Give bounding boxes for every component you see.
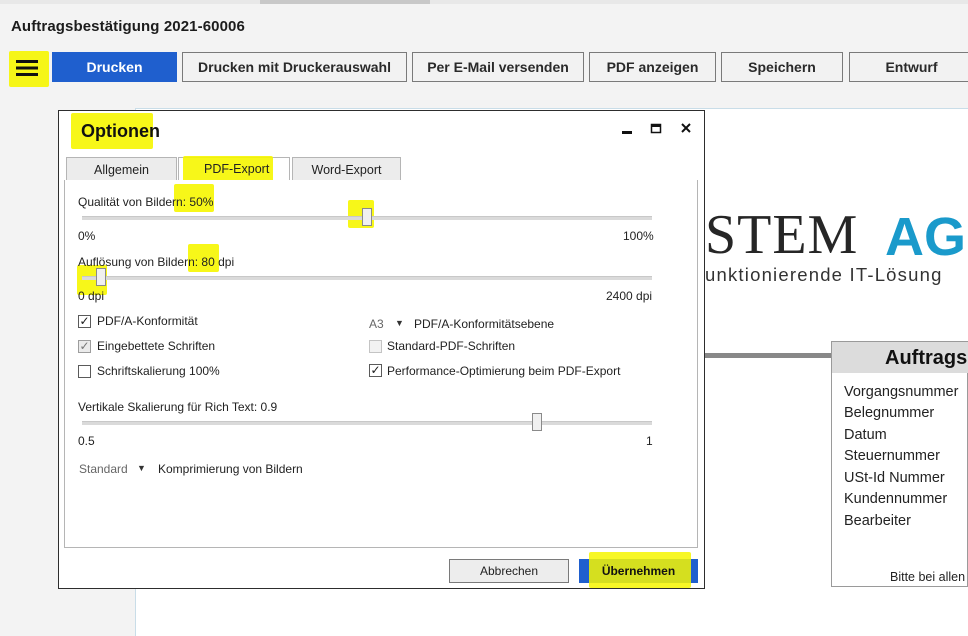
cancel-button[interactable]: Abbrechen (449, 559, 569, 583)
print-button[interactable]: Drucken (52, 52, 177, 82)
order-info-row: Kundennummer (844, 491, 948, 507)
print-with-printer-selection-button[interactable]: Drucken mit Druckerauswahl (182, 52, 407, 82)
font-scaling-checkbox[interactable] (78, 365, 91, 378)
dialog-title: Optionen (81, 121, 160, 141)
quality-label: Qualität von Bildern: 50% (78, 195, 214, 209)
rich-text-scale-label: Vertikale Skalierung für Rich Text: 0.9 (78, 400, 278, 414)
rich-text-scale-slider-track[interactable] (82, 421, 652, 425)
order-info-footer: Bitte bei allen (890, 570, 966, 584)
company-slogan: unktionierende IT-Lösung (705, 264, 943, 285)
order-info-box (831, 341, 968, 587)
order-info-row: Vorgangsnummer (844, 384, 959, 400)
close-icon (680, 123, 692, 140)
embedded-fonts-checkbox[interactable]: ✓ (78, 340, 91, 353)
minimize-icon (621, 123, 633, 140)
resolution-max-label: 2400 dpi (606, 289, 653, 303)
window-title: Auftragsbestätigung 2021-60006 (11, 18, 245, 35)
order-info-row: Steuernummer (844, 448, 940, 464)
minimize-button[interactable] (621, 120, 633, 140)
menu-button[interactable] (14, 57, 40, 79)
order-info-row: Datum (844, 427, 887, 443)
rich-text-scale-max-label: 1 (646, 434, 653, 448)
window-tab-indicator (260, 0, 430, 4)
send-email-button[interactable]: Per E-Mail versenden (412, 52, 584, 82)
standard-pdf-fonts-label: Standard-PDF-Schriften (387, 339, 516, 353)
embedded-fonts-label: Eingebettete Schriften (97, 339, 216, 353)
pdfa-conformity-label: PDF/A-Konformität (97, 314, 198, 328)
show-pdf-button[interactable]: PDF anzeigen (589, 52, 716, 82)
company-logo-text: STEM (705, 204, 859, 266)
maximize-icon (650, 123, 662, 140)
performance-optimization-label: Performance-Optimierung beim PDF-Export (387, 364, 621, 378)
rich-text-scale-min-label: 0.5 (78, 434, 95, 448)
tab-word-export[interactable]: Word-Export (292, 157, 401, 181)
quality-slider-thumb[interactable] (362, 208, 372, 226)
font-scaling-label: Schriftskalierung 100% (97, 364, 220, 378)
compression-combobox[interactable]: Standard (79, 462, 128, 476)
resolution-label: Auflösung von Bildern: 80 dpi (78, 255, 235, 269)
performance-optimization-checkbox[interactable]: ✓ (369, 364, 382, 377)
quality-max-label: 100% (623, 229, 654, 243)
compression-label: Komprimierung von Bildern (158, 462, 303, 476)
save-button[interactable]: Speichern (721, 52, 843, 82)
standard-pdf-fonts-checkbox[interactable] (369, 340, 382, 353)
order-info-row: Bearbeiter (844, 513, 911, 529)
apply-button-label: Übernehmen (601, 564, 676, 578)
pdfa-level-combobox[interactable]: A3 (369, 317, 384, 331)
order-info-title: Auftrags (885, 347, 968, 369)
window-top-strip (0, 0, 968, 4)
resolution-min-label: 0 dpi (78, 289, 105, 303)
rich-text-scale-slider-thumb[interactable] (532, 413, 542, 431)
chevron-down-icon[interactable]: ▼ (395, 318, 404, 328)
draft-button[interactable]: Entwurf (849, 52, 968, 82)
resolution-slider-thumb[interactable] (96, 268, 106, 286)
quality-min-label: 0% (78, 229, 96, 243)
order-info-row: Belegnummer (844, 405, 935, 421)
tab-pdf-export-label: PDF-Export (204, 162, 270, 176)
pdfa-conformity-checkbox[interactable]: ✓ (78, 315, 91, 328)
company-logo-accent: AG (885, 207, 966, 267)
hamburger-menu-icon (14, 57, 40, 84)
document-divider (705, 353, 831, 358)
close-button[interactable] (680, 120, 692, 140)
order-info-row: USt-Id Nummer (844, 470, 945, 486)
chevron-down-icon[interactable]: ▼ (137, 463, 146, 473)
pdfa-level-label: PDF/A-Konformitätsebene (414, 317, 555, 331)
maximize-button[interactable] (650, 120, 662, 140)
resolution-slider-track[interactable] (82, 276, 652, 280)
tab-allgemein[interactable]: Allgemein (66, 157, 177, 181)
